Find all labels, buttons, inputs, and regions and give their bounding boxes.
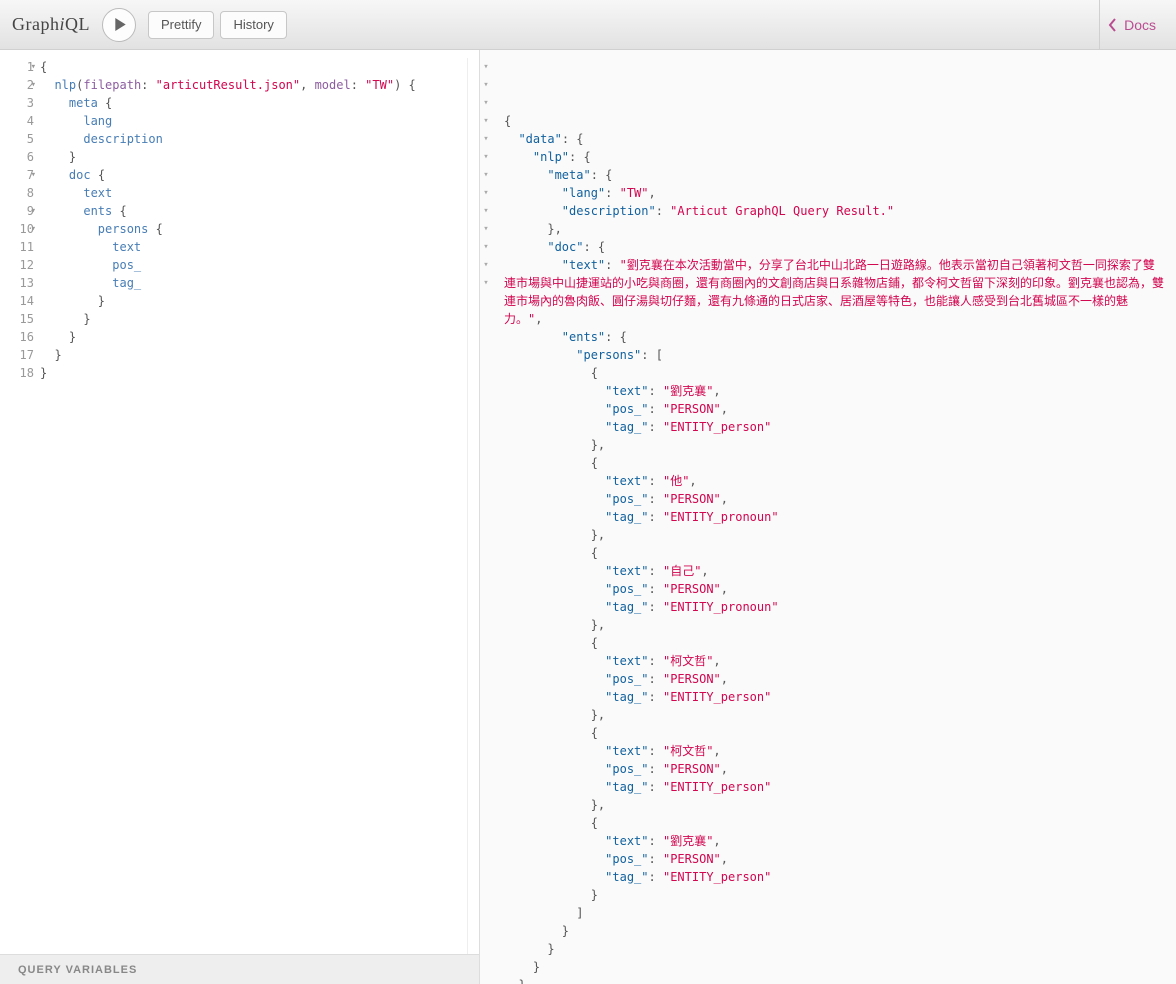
query-editor[interactable]: 123456789101112131415161718 { nlp(filepa… xyxy=(0,50,479,954)
toolbar: GraphiQL Prettify History Docs xyxy=(0,0,1176,50)
docs-button[interactable]: Docs xyxy=(1099,0,1164,49)
logo-text: Graph xyxy=(12,14,59,34)
chevron-left-icon xyxy=(1108,18,1118,32)
fold-column xyxy=(467,58,479,954)
play-icon xyxy=(114,18,127,31)
history-button[interactable]: History xyxy=(220,11,286,39)
query-pane: 123456789101112131415161718 { nlp(filepa… xyxy=(0,50,480,984)
docs-label: Docs xyxy=(1124,17,1156,33)
logo-text: QL xyxy=(65,14,90,34)
result-pane: ▾▾▾▾▾▾▾▾▾▾▾▾▾ { "data": { "nlp": { "meta… xyxy=(480,50,1176,984)
line-gutter: 123456789101112131415161718 xyxy=(0,58,40,954)
fold-column: ▾▾▾▾▾▾▾▾▾▾▾▾▾ xyxy=(480,58,492,292)
execute-button[interactable] xyxy=(102,8,136,42)
panes: 123456789101112131415161718 { nlp(filepa… xyxy=(0,50,1176,984)
logo: GraphiQL xyxy=(12,14,90,35)
prettify-button[interactable]: Prettify xyxy=(148,11,214,39)
query-variables-label: QUERY VARIABLES xyxy=(18,964,137,976)
result-json[interactable]: { "data": { "nlp": { "meta": { "lang": "… xyxy=(504,112,1164,984)
query-variables-header[interactable]: QUERY VARIABLES xyxy=(0,954,479,984)
query-code[interactable]: { nlp(filepath: "articutResult.json", mo… xyxy=(40,58,479,954)
